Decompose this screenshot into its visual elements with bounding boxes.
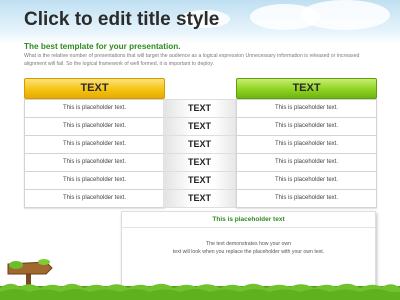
panel-body-line: text will look when you replace the plac…: [172, 249, 325, 255]
right-cell[interactable]: This is placeholder text.: [236, 153, 377, 172]
middle-label[interactable]: TEXT: [163, 171, 236, 190]
middle-label[interactable]: TEXT: [163, 117, 236, 136]
grass-strip: [0, 283, 400, 300]
left-cell[interactable]: This is placeholder text.: [24, 171, 165, 190]
right-cell[interactable]: This is placeholder text.: [236, 135, 377, 154]
slide-title[interactable]: Click to edit title style: [24, 9, 219, 31]
left-column-header[interactable]: TEXT: [24, 78, 165, 99]
left-cell[interactable]: This is placeholder text.: [24, 117, 165, 136]
middle-label[interactable]: TEXT: [163, 153, 236, 172]
left-cell[interactable]: This is placeholder text.: [24, 153, 165, 172]
slide-subtitle[interactable]: The best template for your presentation.: [24, 42, 181, 51]
middle-label[interactable]: TEXT: [163, 189, 236, 208]
panel-body-line: The text demonstrates how your own: [205, 241, 292, 247]
right-column-header[interactable]: TEXT: [236, 78, 377, 99]
cloud-icon: [300, 0, 390, 30]
left-cell[interactable]: This is placeholder text.: [24, 99, 165, 118]
right-cell[interactable]: This is placeholder text.: [236, 99, 377, 118]
middle-label[interactable]: TEXT: [163, 99, 236, 118]
right-cell[interactable]: This is placeholder text.: [236, 189, 377, 208]
left-cell[interactable]: This is placeholder text.: [24, 189, 165, 208]
middle-label[interactable]: TEXT: [163, 135, 236, 154]
left-cell[interactable]: This is placeholder text.: [24, 135, 165, 154]
slide-description[interactable]: What is the relative number of presentat…: [24, 52, 376, 68]
right-cell[interactable]: This is placeholder text.: [236, 117, 377, 136]
panel-body[interactable]: The text demonstrates how your own text …: [122, 240, 375, 256]
right-cell[interactable]: This is placeholder text.: [236, 171, 377, 190]
text-panel: This is placeholder text The text demons…: [121, 211, 376, 289]
panel-title[interactable]: This is placeholder text: [122, 212, 375, 228]
